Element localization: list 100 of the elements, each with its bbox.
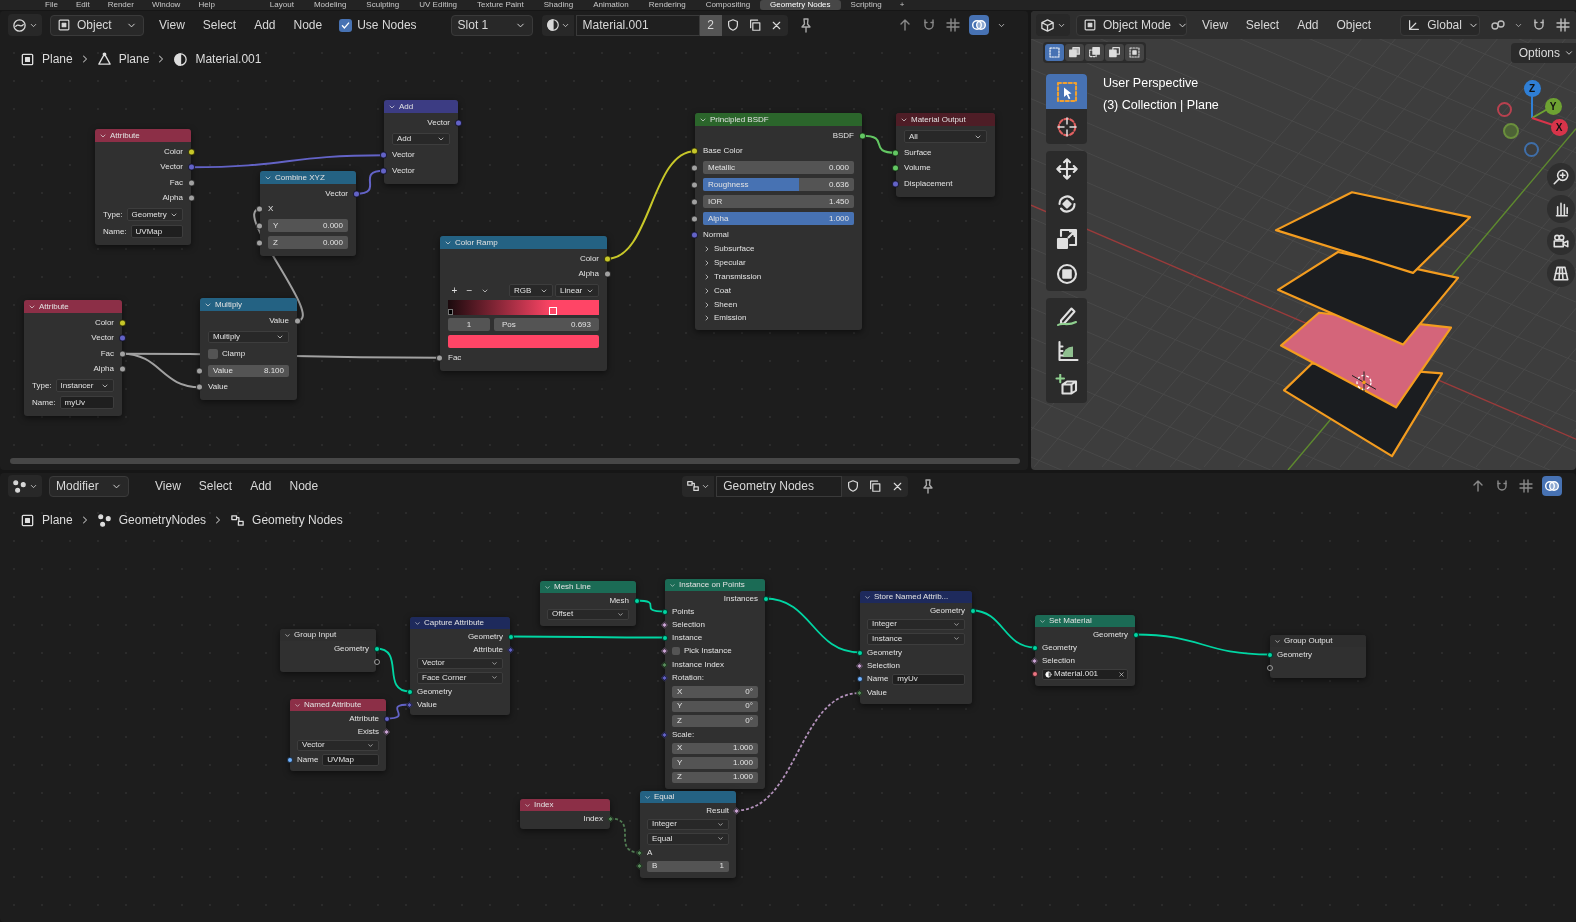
axis-handle[interactable]: X	[1550, 118, 1568, 136]
number-field[interactable]: Y 0°	[672, 700, 758, 712]
breadcrumb-item[interactable]: GeometryNodes	[118, 511, 207, 529]
breadcrumb-item[interactable]: Geometry Nodes	[252, 511, 343, 529]
number-field[interactable]: Alpha 1.000	[703, 212, 854, 225]
workspace-tab[interactable]: Animation	[583, 0, 639, 10]
workspace-tab[interactable]: UV Editing	[409, 0, 468, 10]
dropdown[interactable]: Modifier	[49, 475, 129, 497]
dropdown[interactable]: Face Corner	[417, 672, 503, 684]
material-name-field[interactable]: Material.001	[575, 14, 700, 36]
node-header[interactable]: Instance on Points	[665, 579, 765, 591]
dropdown[interactable]: Multiply	[208, 330, 289, 344]
breadcrumb-item[interactable]: Plane	[42, 511, 73, 529]
dropdown[interactable]: Slot 1	[450, 14, 533, 36]
node-header[interactable]: Add	[384, 100, 458, 113]
workspace-tab[interactable]: Compositing	[695, 0, 761, 10]
dropdown[interactable]: Vector	[417, 657, 503, 669]
workspace-tab[interactable]: Geometry Nodes	[760, 0, 841, 10]
node-header[interactable]: Multiply	[200, 298, 297, 311]
menu-item[interactable]: Render	[98, 0, 143, 10]
menu-item[interactable]: Window	[142, 0, 190, 10]
stop-index-field[interactable]: 1	[448, 318, 490, 331]
number-field[interactable]: IOR 1.450	[703, 195, 854, 208]
dropdown[interactable]: All	[904, 130, 987, 143]
node-header[interactable]: Group Input	[280, 629, 376, 641]
add-tab-button[interactable]: +	[891, 0, 913, 10]
menu-item[interactable]: Add	[1288, 14, 1328, 36]
workspace-tab[interactable]: Texture Paint	[467, 0, 534, 10]
panel-toggle[interactable]: Specular	[703, 257, 746, 270]
axis-handle[interactable]: Y	[1544, 97, 1562, 115]
workspace-tab[interactable]: Modeling	[303, 0, 357, 10]
node-header[interactable]: Material Output	[896, 113, 995, 126]
dropdown[interactable]: Object	[50, 14, 144, 36]
workspace-tab[interactable]: Rendering	[638, 0, 696, 10]
number-field[interactable]: X 1.000	[672, 742, 758, 754]
text-field[interactable]: myUv	[892, 673, 965, 685]
dropdown[interactable]: Global	[1400, 14, 1481, 36]
number-field[interactable]: Z 0°	[672, 715, 758, 727]
material-field[interactable]: Material.001	[1042, 668, 1128, 680]
number-field[interactable]: Value 8.100	[208, 364, 289, 378]
menu-item[interactable]: View	[150, 14, 194, 36]
menu-item[interactable]: Add	[241, 475, 281, 497]
panel-toggle[interactable]: Emission	[703, 312, 747, 325]
node-header[interactable]: Mesh Line	[540, 581, 636, 593]
panel-toggle[interactable]: Coat	[703, 284, 731, 297]
panel-toggle[interactable]: Transmission	[703, 271, 762, 283]
text-field[interactable]: UVMap	[322, 754, 379, 766]
workspace-tab[interactable]: Sculpting	[356, 0, 410, 10]
number-field[interactable]: Y 0.000	[268, 219, 348, 232]
dropdown[interactable]: Geometry	[126, 208, 183, 221]
menu-item[interactable]: View	[1193, 14, 1237, 36]
text-field[interactable]: myUv	[59, 396, 114, 409]
node-group-name-field[interactable]: Geometry Nodes	[716, 475, 843, 497]
menu-item[interactable]: Add	[245, 14, 285, 36]
panel-toggle[interactable]: Sheen	[703, 298, 738, 311]
dropdown[interactable]: Integer	[867, 618, 965, 630]
axis-handle[interactable]: Z	[1523, 79, 1541, 97]
menu-item[interactable]: Node	[280, 475, 328, 497]
node-header[interactable]: Named Attribute	[290, 699, 386, 711]
menu-item[interactable]: Help	[189, 0, 224, 10]
menu-item[interactable]: Select	[189, 475, 242, 497]
menu-item[interactable]: Object	[1327, 14, 1381, 36]
dropdown[interactable]: Options	[1510, 43, 1576, 63]
node[interactable]: Group Output Geometry	[1270, 635, 1366, 678]
dropdown[interactable]: Instance	[867, 633, 965, 645]
number-field[interactable]: Metallic 0.000	[703, 161, 854, 174]
panel-toggle[interactable]: Subsurface	[703, 243, 755, 256]
text-field[interactable]: UVMap	[130, 225, 183, 238]
workspace-tab[interactable]: Shading	[533, 0, 584, 10]
number-field[interactable]: Y 1.000	[672, 757, 758, 769]
breadcrumb-item[interactable]: Plane	[42, 50, 73, 68]
stop-button[interactable]: −	[463, 285, 476, 296]
dropdown[interactable]: RGB	[509, 284, 553, 297]
number-field[interactable]: Pos 0.693	[494, 318, 599, 331]
dropdown[interactable]: Instancer	[55, 379, 114, 392]
number-field[interactable]: X 0°	[672, 686, 758, 698]
stop-button[interactable]: +	[448, 285, 461, 296]
node-header[interactable]: Attribute	[95, 129, 191, 142]
menu-item[interactable]: Select	[1236, 14, 1289, 36]
menu-item[interactable]: Edit	[66, 0, 99, 10]
node-header[interactable]: Set Material	[1035, 615, 1135, 627]
node-header[interactable]: Equal	[640, 791, 736, 803]
dropdown[interactable]: Linear	[555, 284, 599, 297]
node-header[interactable]: Attribute	[24, 300, 122, 313]
dropdown[interactable]: Vector	[297, 739, 379, 751]
menu-item[interactable]: Node	[284, 14, 332, 36]
workspace-tab[interactable]: Scripting	[840, 0, 892, 10]
workspace-tab[interactable]: Layout	[259, 0, 304, 10]
node-header[interactable]: Color Ramp	[440, 236, 607, 249]
menu-item[interactable]: Select	[193, 14, 246, 36]
node-header[interactable]: Principled BSDF	[695, 113, 862, 126]
number-field[interactable]: Z 1.000	[672, 771, 758, 783]
node-header[interactable]: Index	[520, 799, 610, 811]
menu-item[interactable]: View	[146, 475, 190, 497]
dropdown[interactable]: Object Mode	[1076, 14, 1187, 36]
breadcrumb-item[interactable]: Plane	[118, 50, 150, 68]
breadcrumb-item[interactable]: Material.001	[195, 50, 262, 68]
dropdown[interactable]: Add	[392, 132, 450, 146]
dropdown[interactable]: Equal	[647, 833, 729, 845]
number-field[interactable]: Z 0.000	[268, 236, 348, 249]
